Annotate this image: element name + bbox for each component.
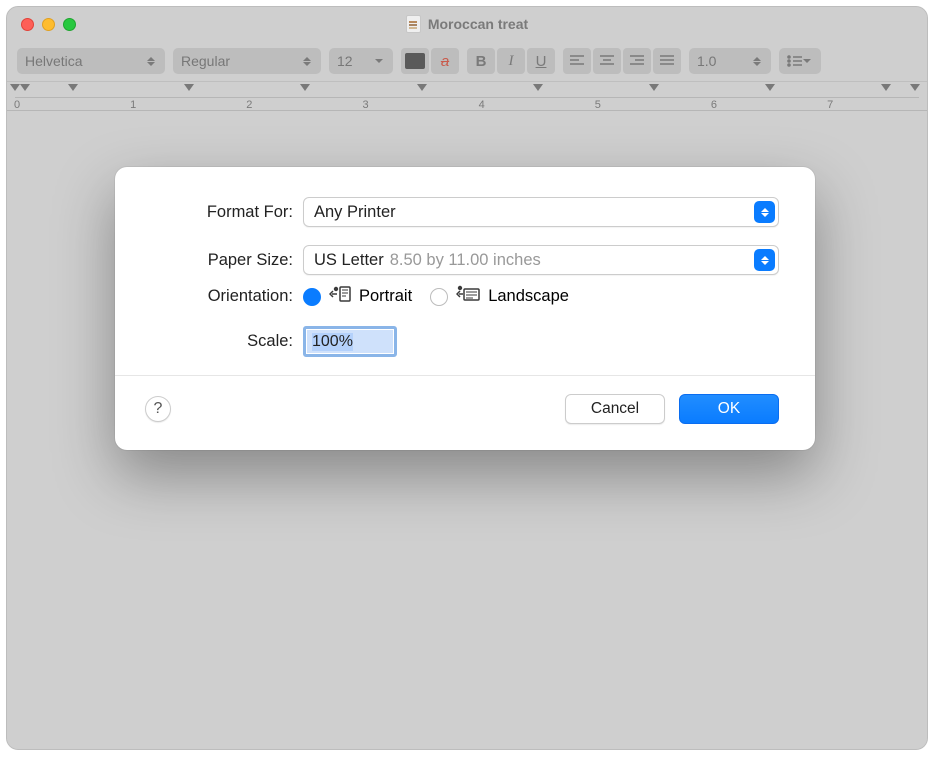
divider — [115, 375, 815, 376]
ruler-label: 4 — [479, 99, 485, 111]
tab-stop-icon[interactable] — [765, 84, 775, 91]
popup-caret-icon — [754, 201, 775, 223]
radio-button-icon — [430, 288, 448, 306]
titlebar: Moroccan treat — [7, 7, 927, 41]
line-spacing-select[interactable]: 1.0 — [689, 48, 771, 74]
bold-button[interactable]: B — [467, 48, 495, 74]
chevron-up-down-icon — [145, 57, 157, 66]
paper-size-value: US Letter8.50 by 11.00 inches — [314, 251, 541, 270]
chevron-up-down-icon — [301, 57, 313, 66]
ruler[interactable]: 0 1 2 3 4 5 6 7 — [7, 81, 927, 111]
align-center-icon — [599, 55, 615, 67]
font-size-select[interactable]: 12 — [329, 48, 393, 74]
italic-button[interactable]: I — [497, 48, 525, 74]
landscape-icon — [456, 285, 480, 308]
scale-label: Scale: — [145, 332, 303, 351]
indent-marker-icon[interactable] — [20, 84, 30, 91]
radio-button-selected-icon — [303, 288, 321, 306]
window-title: Moroccan treat — [7, 15, 927, 33]
chevron-down-icon — [373, 59, 385, 63]
align-right-button[interactable] — [623, 48, 651, 74]
align-justify-icon — [659, 55, 675, 67]
tab-stop-icon[interactable] — [300, 84, 310, 91]
ruler-label: 5 — [595, 99, 601, 111]
chevron-up-down-icon — [751, 57, 763, 66]
orientation-portrait-radio[interactable]: Portrait — [303, 285, 412, 308]
popup-caret-icon — [754, 249, 775, 271]
orientation-label: Orientation: — [145, 287, 303, 306]
orientation-portrait-label: Portrait — [359, 287, 412, 306]
format-for-label: Format For: — [145, 203, 303, 222]
tab-stop-icon[interactable] — [881, 84, 891, 91]
ruler-label: 7 — [827, 99, 833, 111]
scale-input[interactable]: 100% — [303, 326, 397, 357]
align-center-button[interactable] — [593, 48, 621, 74]
align-left-icon — [569, 55, 585, 67]
formatting-toolbar: Helvetica Regular 12 a B I U — [7, 41, 927, 81]
tab-stop-icon[interactable] — [533, 84, 543, 91]
ruler-label: 1 — [130, 99, 136, 111]
indent-marker-icon[interactable] — [10, 84, 20, 91]
list-icon — [787, 55, 802, 67]
paper-size-label: Paper Size: — [145, 251, 303, 270]
tab-stop-icon[interactable] — [649, 84, 659, 91]
tab-stop-icon[interactable] — [417, 84, 427, 91]
tab-stop-icon[interactable] — [184, 84, 194, 91]
portrait-icon — [329, 285, 351, 308]
font-style-select[interactable]: Regular — [173, 48, 321, 74]
text-color-button[interactable] — [401, 48, 429, 74]
ruler-label: 0 — [14, 99, 20, 111]
font-family-select[interactable]: Helvetica — [17, 48, 165, 74]
cancel-button[interactable]: Cancel — [565, 394, 665, 424]
list-style-select[interactable] — [779, 48, 821, 74]
format-for-value: Any Printer — [314, 203, 396, 222]
paper-size-select[interactable]: US Letter8.50 by 11.00 inches — [303, 245, 779, 275]
orientation-landscape-label: Landscape — [488, 287, 569, 306]
highlight-icon: a — [441, 53, 449, 70]
underline-button[interactable]: U — [527, 48, 555, 74]
highlight-color-button[interactable]: a — [431, 48, 459, 74]
tab-stop-icon[interactable] — [68, 84, 78, 91]
ok-button[interactable]: OK — [679, 394, 779, 424]
right-margin-marker-icon[interactable] — [910, 84, 920, 91]
chevron-down-icon — [802, 59, 813, 63]
orientation-landscape-radio[interactable]: Landscape — [430, 285, 569, 308]
align-left-button[interactable] — [563, 48, 591, 74]
align-right-icon — [629, 55, 645, 67]
ruler-label: 6 — [711, 99, 717, 111]
help-button[interactable]: ? — [145, 396, 171, 422]
ruler-label: 3 — [362, 99, 368, 111]
window-title-text: Moroccan treat — [428, 16, 528, 32]
color-swatch-icon — [405, 53, 425, 69]
format-for-select[interactable]: Any Printer — [303, 197, 779, 227]
page-setup-dialog: Format For: Any Printer Paper Size: US L… — [115, 167, 815, 450]
align-justify-button[interactable] — [653, 48, 681, 74]
document-icon — [406, 15, 421, 33]
scale-value: 100% — [312, 333, 353, 351]
ruler-label: 2 — [246, 99, 252, 111]
